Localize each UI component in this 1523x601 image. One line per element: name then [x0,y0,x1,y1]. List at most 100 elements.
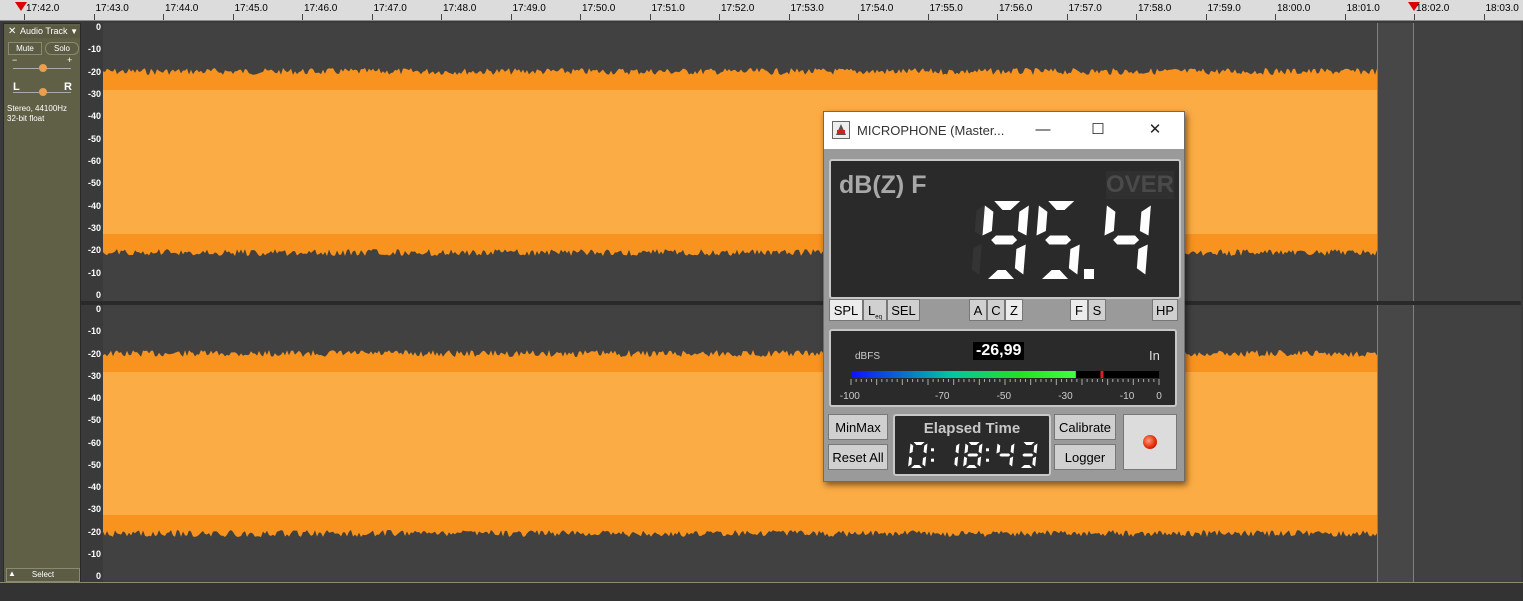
weighting-button-row: SPL Leq SEL A C Z F S HP [824,299,1184,325]
waveform-rms [103,372,1377,515]
digit-segment [1104,205,1116,236]
amplitude-scale-left: 0 -10 -20 -30 -40 -50 -60 -50 -40 -30 -20 -10 0 [81,22,103,301]
digit-segment [971,244,982,275]
scale-label: 0 [95,290,101,300]
level-scale-label: -70 [935,391,950,402]
timeline-label: 17:54.0 [860,3,894,14]
digit-segment [1042,270,1068,279]
pan-slider-handle[interactable] [39,88,47,96]
timeline-tick [441,14,442,20]
solo-button[interactable]: Solo [45,42,79,55]
digit-segment [1023,442,1035,445]
digit-segment [1032,456,1037,467]
digit-segment [978,443,983,454]
meter-app-icon [832,121,850,139]
timeline-label: 17:45.0 [234,3,268,14]
timeline-label: 17:47.0 [373,3,407,14]
timeline-label: 17:58.0 [1138,3,1172,14]
scale-label: -20 [87,66,101,77]
c-weighting-button[interactable]: C [987,299,1005,321]
scale-label: -30 [87,89,101,99]
input-level-panel: dBFS -26,99 In -100 -70 -50 -30 -10 0 [829,329,1177,407]
selection-region[interactable] [1377,23,1413,301]
scale-label: -40 [87,482,101,492]
selection-region[interactable] [1377,305,1413,582]
leq-sub-label: eq [875,314,882,321]
waveform-right [103,350,1377,537]
reset-all-button[interactable]: Reset All [828,444,888,470]
record-button[interactable] [1123,414,1177,470]
elapsed-time-display [908,442,1038,468]
timeline-tick [927,14,929,20]
digit-segment [994,201,1021,210]
digit-segment [913,442,925,445]
slow-response-button[interactable]: S [1088,299,1106,321]
scale-label: -50 [87,415,101,426]
timeline-label: 18:00.0 [1277,3,1311,14]
spl-button[interactable]: SPL [829,299,863,321]
timeline-label: 17:57.0 [1068,3,1102,14]
digit-segment [977,456,982,467]
timeline-label: 18:02.0 [1416,3,1450,14]
minmax-button[interactable]: MinMax [828,414,888,440]
digit-segment [964,443,969,454]
logger-button[interactable]: Logger [1054,444,1116,470]
timeline-label: 17:42.0 [26,3,60,14]
chevron-down-icon: ▼ [70,27,78,36]
digit-segment [966,465,977,468]
digit-segment [909,443,914,454]
a-weighting-button[interactable]: A [969,299,987,321]
timeline-tick [1344,14,1346,20]
timeline-tick [788,14,790,20]
minimize-button[interactable]: — [1030,120,1056,140]
spl-reading-display [971,201,1151,279]
digit-segment [1021,465,1032,468]
digit-segment [955,443,960,454]
level-peak-marker [1100,371,1104,378]
z-weighting-button[interactable]: Z [1005,299,1023,321]
track-name-menu[interactable]: Audio Track ▼ [20,26,80,38]
digit-segment [1010,443,1015,454]
mute-button[interactable]: Mute [8,42,42,55]
close-window-button[interactable]: ✕ [1142,120,1168,140]
timeline-tick [1414,14,1415,20]
leq-button[interactable]: Leq [863,299,887,321]
calibrate-button[interactable]: Calibrate [1054,414,1116,440]
selection-end-line [1413,305,1414,582]
spl-meter-window: MICROPHONE (Master... — ☐ ✕ dB(Z) F OVER… [823,111,1185,482]
gain-slider-handle[interactable] [39,64,47,72]
scale-label: -30 [87,223,101,233]
level-scale-label: -30 [1058,391,1073,402]
timeline-tick [510,14,512,20]
scale-label: -40 [87,111,101,122]
digit-segment [963,456,967,467]
timeline-label: 17:49.0 [512,3,546,14]
timeline-tick [649,14,651,20]
digit-segment [1009,456,1014,467]
close-track-icon[interactable]: ✕ [8,26,16,37]
meter-title-bar[interactable]: MICROPHONE (Master... — ☐ ✕ [824,112,1184,149]
elapsed-time-panel: Elapsed Time [893,414,1051,476]
colon-dot [986,458,989,462]
record-led-icon [1143,435,1157,449]
sel-button[interactable]: SEL [887,299,920,321]
timeline-label: 17:44.0 [165,3,199,14]
hold-peak-button[interactable]: HP [1152,299,1178,321]
digit-segment [954,456,959,467]
track-format-text: 32-bit float [7,114,45,123]
scale-label: -50 [87,133,101,144]
maximize-button[interactable]: ☐ [1085,120,1111,140]
waveform-channel-right[interactable] [103,305,1521,582]
waveform-left [103,68,1377,256]
timeline-label: 17:56.0 [999,3,1033,14]
waveform-channel-left[interactable] [103,23,1521,301]
bottom-strip [0,582,1523,601]
digit-segment [1068,244,1080,275]
timeline-tick [1275,14,1276,20]
timeline-tick [580,14,581,20]
collapse-track-icon[interactable]: ▲ [6,568,18,580]
fast-response-button[interactable]: F [1070,299,1088,321]
scale-label: -40 [87,200,101,211]
timeline-ruler[interactable]: 17:42.0 17:43.0 17:44.0 17:45.0 17:46.0 17:47… [0,0,1523,21]
selection-start-line [1377,23,1378,301]
